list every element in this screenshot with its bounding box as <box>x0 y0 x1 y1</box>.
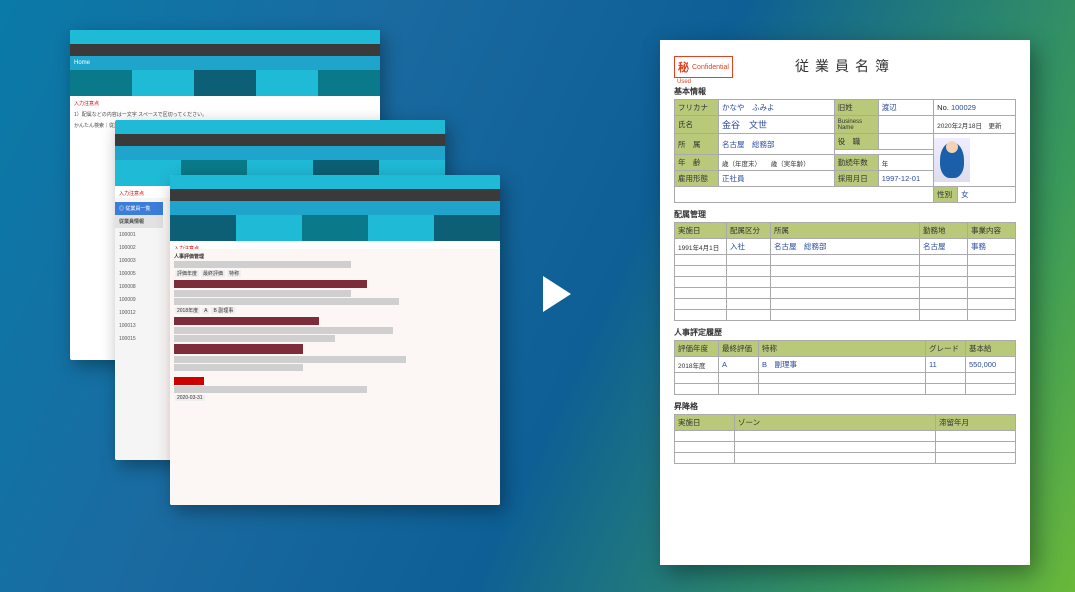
evaluation-table: 評価年度 最終評価 特称 グレード 基本給 2018年度 A B 副理事 11 … <box>674 340 1016 395</box>
sidebar-item[interactable]: 100015 <box>115 332 163 345</box>
breadcrumb: Home <box>70 56 380 70</box>
confidential-stamp: 秘 Confidential Used <box>674 56 733 78</box>
sidebar-button[interactable]: ◎ 従業員一覧 <box>115 202 163 215</box>
basic-info-table: フリカナ かなや ふみよ 旧姓 渡辺 No. 100029 氏名 金谷 文世 B… <box>674 99 1016 203</box>
promotion-table: 実施日 ゾーン 滞留年月 <box>674 414 1016 464</box>
sidebar-item[interactable]: 100009 <box>115 293 163 306</box>
arrow-icon <box>543 276 571 312</box>
sidebar-item[interactable]: 100008 <box>115 280 163 293</box>
sidebar-item[interactable]: 100001 <box>115 228 163 241</box>
sidebar-item[interactable]: 100003 <box>115 254 163 267</box>
sidebar-item[interactable]: 100012 <box>115 306 163 319</box>
employee-photo <box>934 138 970 182</box>
screenshot-3: 入力注意点 1）配属などの内容は一文字 スペースで区切ってください。 人事評価管… <box>170 175 500 505</box>
sidebar: ◎ 従業員一覧 従業員情報 100001 100002 100003 10000… <box>115 198 163 460</box>
section-assignment: 配属管理 <box>674 209 1016 220</box>
screenshot-stack: Home 入力注意点 1）配属などの内容は一文字 スペースで区切ってください。 … <box>70 30 490 500</box>
sidebar-header: 従業員情報 <box>115 215 163 228</box>
table-row: 2018年度 A B 副理事 11 550,000 <box>675 357 1016 373</box>
section-basic: 基本情報 <box>674 86 1016 97</box>
form-body: 人事評価管理 評価年度最終評価特称 2018年度AB 副理事 2020-03-3… <box>170 249 500 505</box>
section-promotion: 昇降格 <box>674 401 1016 412</box>
assignment-table: 実施日 配属区分 所属 勤務地 事業内容 1991年4月1日 入社 名古屋 総務… <box>674 222 1016 321</box>
employee-roster-document: 秘 Confidential Used 従業員名簿 基本情報 フリカナ かなや … <box>660 40 1030 565</box>
sidebar-item[interactable]: 100002 <box>115 241 163 254</box>
warning-title: 入力注意点 <box>70 96 380 111</box>
section-evaluation: 人事評定履歴 <box>674 327 1016 338</box>
sidebar-item[interactable]: 100013 <box>115 319 163 332</box>
sidebar-item[interactable]: 100005 <box>115 267 163 280</box>
table-row: 1991年4月1日 入社 名古屋 総務部 名古屋 事務 <box>675 239 1016 255</box>
